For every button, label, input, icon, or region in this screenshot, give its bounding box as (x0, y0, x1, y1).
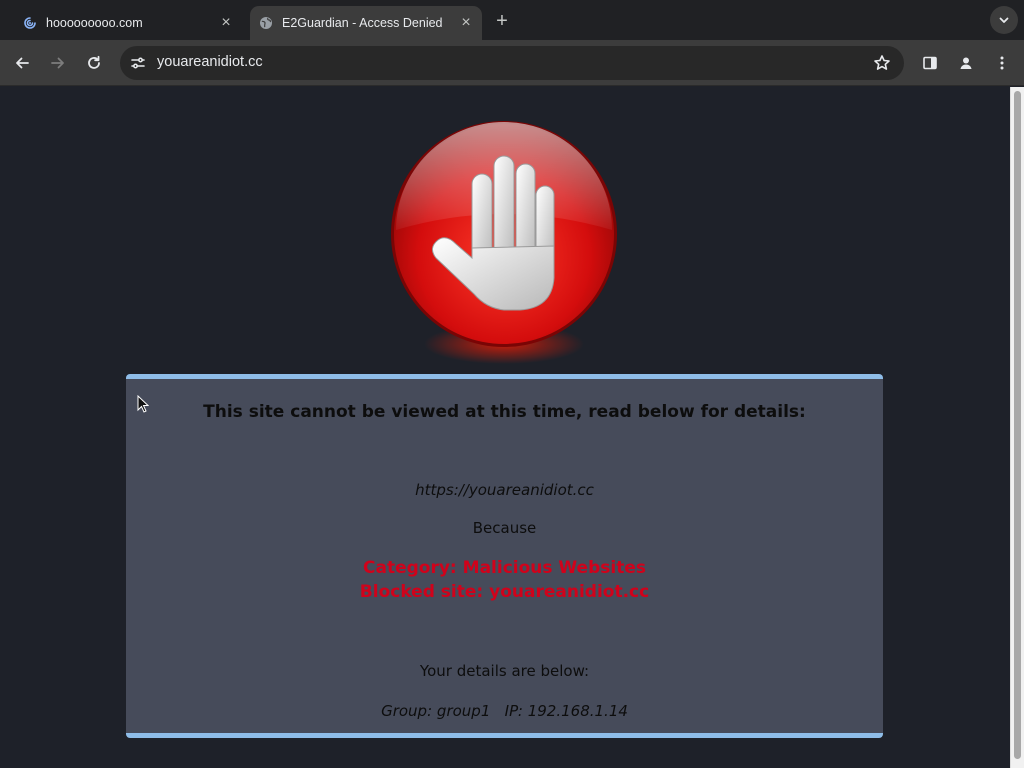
user-details: Group: group1 IP: 192.168.1.14 (126, 702, 883, 720)
forward-button[interactable] (44, 49, 72, 77)
menu-button[interactable] (988, 49, 1016, 77)
tab-search-button[interactable] (990, 6, 1018, 34)
block-reason-category: Category: Malicious Websites (363, 558, 646, 578)
site-info-icon[interactable] (126, 51, 150, 75)
arrow-left-icon (16, 57, 29, 69)
arrow-right-icon (51, 57, 64, 69)
profile-button[interactable] (952, 49, 980, 77)
page-scrollbar[interactable] (1010, 87, 1024, 768)
block-reason-site: Blocked site: youareanidiot.cc (359, 582, 650, 602)
back-button[interactable] (8, 49, 36, 77)
new-tab-button[interactable]: + (490, 9, 514, 33)
stop-hand-icon (391, 121, 617, 364)
bookmark-star-icon[interactable] (870, 51, 894, 75)
more-vert-icon (1000, 56, 1004, 70)
access-denied-card: This site cannot be viewed at this time,… (126, 374, 883, 738)
chevron-down-icon (999, 17, 1009, 23)
address-bar[interactable]: youareanidiot.cc (120, 46, 904, 80)
avatar-icon (960, 57, 972, 69)
close-tab-icon[interactable]: × (456, 13, 476, 33)
swirl-icon (22, 15, 38, 31)
group-label: Group: (381, 702, 433, 720)
reload-button[interactable] (80, 49, 108, 77)
side-panel-button[interactable] (916, 49, 944, 77)
mouse-cursor-icon (137, 395, 149, 413)
blocked-url: https://youareanidiot.cc (415, 481, 594, 499)
tab-title: E2Guardian - Access Denied (282, 16, 443, 30)
reload-icon (88, 55, 100, 69)
browser-toolbar: youareanidiot.cc (0, 40, 1024, 86)
group-value: group1 (436, 702, 491, 720)
side-panel-icon (923, 56, 937, 70)
globe-icon (258, 15, 274, 31)
ip-label: IP: (504, 702, 523, 720)
details-heading: Your details are below: (419, 662, 590, 680)
scrollbar-thumb[interactable] (1014, 91, 1021, 759)
ip-value: 192.168.1.14 (527, 702, 628, 720)
because-label: Because (472, 519, 537, 537)
tab-access-denied[interactable]: E2Guardian - Access Denied × (250, 6, 482, 40)
tab-title: hooooooooo.com (46, 16, 143, 30)
url-text[interactable]: youareanidiot.cc (157, 54, 263, 70)
tab-strip: hooooooooo.com × E2Guardian - Access Den… (0, 0, 1024, 40)
page-title: This site cannot be viewed at this time,… (203, 402, 806, 422)
tab-hooooooooo[interactable]: hooooooooo.com × (8, 6, 242, 40)
close-tab-icon[interactable]: × (216, 13, 236, 33)
